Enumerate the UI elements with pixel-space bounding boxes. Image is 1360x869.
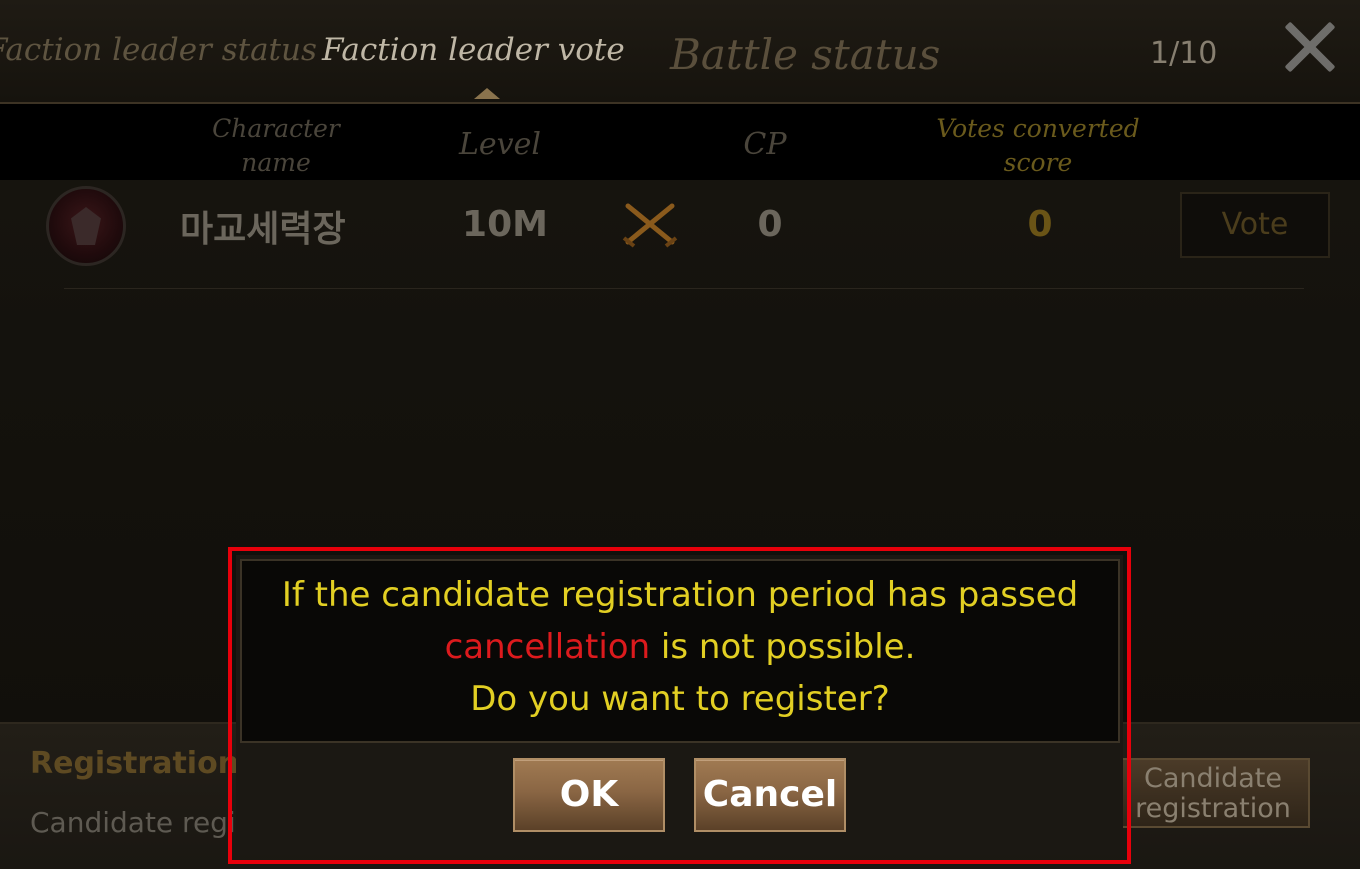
panel-header: Faction leader status Faction leader vot… bbox=[0, 0, 1360, 104]
character-cp: 0 bbox=[757, 204, 783, 245]
candidate-registration-button[interactable]: Candidate registration bbox=[1116, 758, 1310, 828]
column-header-cp: CP bbox=[743, 127, 787, 162]
character-votes-score: 0 bbox=[1027, 204, 1053, 245]
column-header-level: Level bbox=[459, 127, 541, 162]
row-divider bbox=[64, 288, 1304, 289]
character-level: 10M bbox=[462, 204, 548, 245]
active-tab-indicator bbox=[474, 88, 500, 99]
candidate-registration-label-line1: Candidate bbox=[1143, 763, 1283, 794]
dialog-highlight-outline bbox=[228, 547, 1131, 864]
vote-button[interactable]: Vote bbox=[1180, 192, 1330, 258]
close-icon[interactable] bbox=[1282, 18, 1338, 74]
crossed-swords-icon bbox=[622, 203, 678, 248]
tab-faction-leader-status[interactable]: Faction leader status bbox=[0, 32, 317, 68]
page-counter: 1/10 bbox=[1150, 36, 1218, 71]
tab-battle-status[interactable]: Battle status bbox=[670, 30, 940, 79]
character-avatar-icon bbox=[46, 186, 126, 266]
tab-faction-leader-vote[interactable]: Faction leader vote bbox=[322, 32, 625, 68]
character-name: 마교세력장 bbox=[180, 209, 346, 250]
candidate-registration-label-line2: registration bbox=[1135, 793, 1291, 824]
column-header-character-name: Character name bbox=[212, 114, 340, 177]
column-header-votes-converted-score: Votes converted score bbox=[936, 114, 1140, 177]
